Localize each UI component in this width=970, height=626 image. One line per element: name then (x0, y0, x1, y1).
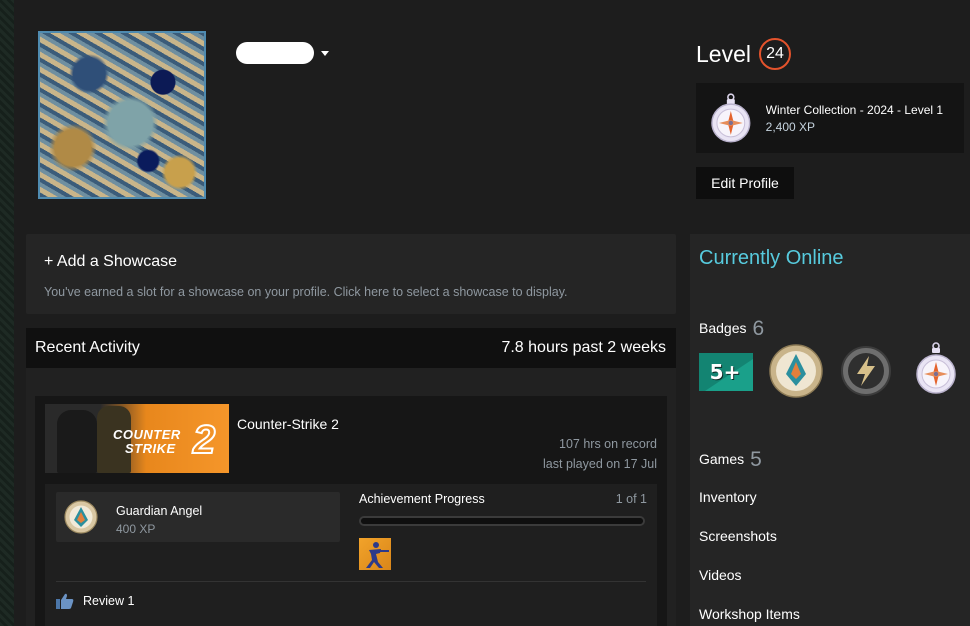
profile-level: Level 24 (696, 38, 791, 70)
redacted-username[interactable] (236, 42, 314, 64)
recent-activity-hours: 7.8 hours past 2 weeks (501, 339, 666, 356)
caret-down-icon[interactable] (321, 51, 329, 56)
achievement-progress-label: Achievement Progress (359, 492, 485, 506)
level-label: Level (696, 40, 751, 67)
badges-row: 5+ 5+ (699, 342, 969, 398)
thumbs-up-icon (56, 593, 74, 609)
cs-soldier-icon (366, 542, 389, 568)
featured-badge-xp: 2,400 XP (765, 119, 816, 134)
lightning-coin-icon[interactable] (841, 346, 891, 401)
review-link[interactable]: Review 1 (56, 593, 134, 609)
capsule-title-line1: COUNTER (113, 427, 181, 442)
workshop-items-link[interactable]: Workshop Items (699, 606, 800, 622)
game-last-played: last played on 17 Jul (543, 457, 657, 471)
online-status: Currently Online (699, 247, 844, 269)
game-name-link[interactable]: Counter-Strike 2 (237, 416, 339, 432)
screenshots-link[interactable]: Screenshots (699, 528, 777, 544)
featured-badge-name: Winter Collection - 2024 - Level 1 (765, 102, 944, 117)
recent-game-card: COUNTER STRIKE 2 Counter-Strike 2 107 hr… (35, 396, 667, 626)
guardian-medal-icon (64, 500, 98, 534)
inventory-link[interactable]: Inventory (699, 489, 757, 505)
profile-avatar[interactable] (38, 31, 206, 199)
achievement-progress-fill (361, 518, 643, 524)
profile-page: Level 24 Winter Collection - 2024 - Leve… (14, 0, 970, 626)
achievement-name: Guardian Angel (116, 504, 203, 518)
videos-link[interactable]: Videos (699, 567, 742, 583)
compass-badge-icon[interactable] (915, 342, 957, 401)
games-label: Games (699, 451, 745, 467)
achievement-progress-count: 1 of 1 (615, 492, 647, 506)
level-value: 24 (758, 38, 791, 70)
capsule-soldier-art (57, 410, 97, 473)
guardian-medal-icon[interactable] (769, 344, 823, 403)
add-showcase-title: + Add a Showcase (44, 253, 177, 270)
compass-badge-icon (711, 93, 751, 143)
game-details: Guardian Angel 400 XP Achievement Progre… (45, 484, 657, 626)
games-link[interactable]: Games 5 (699, 448, 762, 472)
add-showcase-description: You've earned a slot for a showcase on y… (44, 285, 568, 299)
profile-sidebar: Currently Online Badges 6 5+ 5+ Games 5 … (690, 234, 970, 626)
edit-profile-button[interactable]: Edit Profile (696, 167, 794, 199)
featured-badge[interactable]: Winter Collection - 2024 - Level 1 2,400… (696, 83, 964, 153)
game-hours-on-record: 107 hrs on record (559, 437, 657, 451)
background-strip (0, 0, 14, 626)
five-plus-badge-icon[interactable]: 5+ 5+ (699, 353, 753, 396)
unlocked-achievement[interactable]: Guardian Angel 400 XP (56, 492, 340, 542)
badges-count: 6 (752, 317, 765, 340)
achievement-thumbnail[interactable] (359, 538, 391, 570)
achievement-xp: 400 XP (116, 522, 156, 536)
details-divider (56, 581, 646, 582)
achievement-progress-bar (359, 516, 645, 526)
recent-activity-header: Recent Activity 7.8 hours past 2 weeks (26, 328, 676, 368)
badges-label: Badges (699, 320, 747, 336)
capsule-title-line2: STRIKE (125, 441, 176, 456)
games-count: 5 (750, 448, 762, 471)
game-capsule-image[interactable]: COUNTER STRIKE 2 (45, 404, 229, 473)
capsule-title-number: 2 (192, 417, 216, 463)
badges-link[interactable]: Badges 6 (699, 317, 764, 341)
five-plus-text: 5+ (710, 360, 741, 384)
recent-activity-title: Recent Activity (35, 339, 140, 356)
review-label: Review 1 (83, 594, 135, 608)
add-showcase-panel[interactable]: + Add a Showcase You've earned a slot fo… (26, 234, 676, 314)
